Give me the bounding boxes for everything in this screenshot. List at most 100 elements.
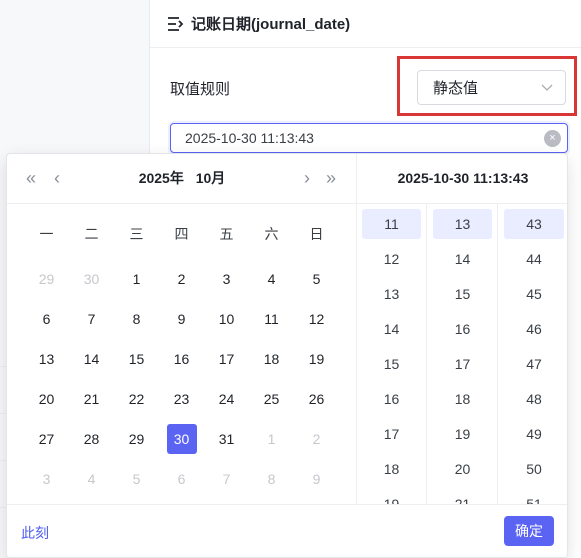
day-cell[interactable]: 14 [69,339,114,379]
calendar-header: « ‹ 2025年 10月 › » [7,154,357,204]
minute-option[interactable]: 14 [433,244,492,274]
second-option[interactable]: 49 [504,419,564,449]
day-number: 17 [218,351,235,367]
day-cell[interactable]: 29 [24,259,69,299]
hour-option[interactable]: 11 [362,209,421,239]
day-cell[interactable]: 15 [114,339,159,379]
day-cell[interactable]: 11 [249,299,294,339]
day-cell[interactable]: 20 [24,379,69,419]
day-number: 19 [308,351,325,367]
day-cell[interactable]: 2 [159,259,204,299]
minute-option[interactable]: 21 [433,489,492,504]
second-option[interactable]: 46 [504,314,564,344]
minute-option[interactable]: 16 [433,314,492,344]
day-number: 9 [177,311,186,327]
day-cell[interactable]: 13 [24,339,69,379]
hour-option[interactable]: 13 [362,279,421,309]
day-cell[interactable]: 6 [24,299,69,339]
hour-column[interactable]: 11 12 13 14 15 16 17 18 19 [357,204,427,504]
day-cell[interactable]: 22 [114,379,159,419]
day-number: 28 [83,431,100,447]
now-link[interactable]: 此刻 [21,523,49,543]
day-cell[interactable]: 7 [69,299,114,339]
day-number: 1 [267,431,276,447]
year-label[interactable]: 2025年 [139,170,184,186]
day-cell[interactable]: 19 [294,339,339,379]
hour-option[interactable]: 16 [362,384,421,414]
day-cell[interactable]: 7 [204,459,249,499]
day-cell[interactable]: 17 [204,339,249,379]
day-cell[interactable]: 3 [204,259,249,299]
day-number: 5 [312,271,321,287]
minute-option[interactable]: 15 [433,279,492,309]
confirm-button[interactable]: 确定 [504,516,554,546]
day-cell[interactable]: 2 [294,419,339,459]
weekday-label: 五 [219,226,234,242]
day-cell[interactable]: 21 [69,379,114,419]
minute-column[interactable]: 13 14 15 16 17 18 19 20 21 [428,204,498,504]
day-cell[interactable]: 29 [114,419,159,459]
day-number: 10 [218,311,235,327]
day-cell[interactable]: 9 [159,299,204,339]
hour-option[interactable]: 19 [362,489,421,504]
day-cell[interactable]: 1 [114,259,159,299]
day-cell[interactable]: 6 [159,459,204,499]
day-number: 13 [38,351,55,367]
day-number: 30 [83,271,100,287]
day-cell[interactable]: 16 [159,339,204,379]
day-cell[interactable]: 24 [204,379,249,419]
day-cell[interactable]: 25 [249,379,294,419]
day-cell[interactable]: 8 [249,459,294,499]
day-number: 16 [173,351,190,367]
clear-icon[interactable]: × [544,130,561,147]
hour-option[interactable]: 14 [362,314,421,344]
day-cell[interactable]: 31 [204,419,249,459]
day-number: 21 [83,391,100,407]
day-cell[interactable]: 5 [294,259,339,299]
next-month-icon[interactable]: › [297,168,317,188]
day-number: 11 [264,311,279,327]
second-option[interactable]: 44 [504,244,564,274]
rule-select[interactable]: 静态值 [417,70,566,105]
minute-option[interactable]: 18 [433,384,492,414]
day-cell[interactable]: 5 [114,459,159,499]
second-column[interactable]: 43 44 45 46 47 48 49 50 51 [499,204,567,504]
second-option[interactable]: 47 [504,349,564,379]
collapse-list-icon[interactable] [167,16,185,32]
day-cell-selected[interactable]: 30 [159,419,204,459]
day-cell[interactable]: 8 [114,299,159,339]
day-cell[interactable]: 26 [294,379,339,419]
day-cell[interactable]: 9 [294,459,339,499]
second-option[interactable]: 50 [504,454,564,484]
day-number: 3 [222,271,231,287]
minute-option[interactable]: 13 [433,209,492,239]
day-cell[interactable]: 28 [69,419,114,459]
minute-option[interactable]: 20 [433,454,492,484]
second-option[interactable]: 48 [504,384,564,414]
day-cell[interactable]: 12 [294,299,339,339]
day-cell[interactable]: 18 [249,339,294,379]
hour-option[interactable]: 12 [362,244,421,274]
day-cell[interactable]: 10 [204,299,249,339]
hour-option[interactable]: 17 [362,419,421,449]
day-number: 26 [308,391,325,407]
day-cell[interactable]: 30 [69,259,114,299]
day-cell[interactable]: 23 [159,379,204,419]
next-year-icon[interactable]: » [321,168,341,188]
second-option[interactable]: 51 [504,489,564,504]
second-option[interactable]: 43 [504,209,564,239]
date-time-value: 2025-10-30 11:13:43 [185,130,314,146]
hour-option[interactable]: 15 [362,349,421,379]
day-cell[interactable]: 3 [24,459,69,499]
second-option[interactable]: 45 [504,279,564,309]
minute-option[interactable]: 17 [433,349,492,379]
minute-option[interactable]: 19 [433,419,492,449]
day-cell[interactable]: 4 [249,259,294,299]
day-cell[interactable]: 1 [249,419,294,459]
day-cell[interactable]: 4 [69,459,114,499]
hour-option[interactable]: 18 [362,454,421,484]
month-label[interactable]: 10月 [196,170,226,186]
day-cell[interactable]: 27 [24,419,69,459]
rule-select-value: 静态值 [433,80,479,97]
date-time-input[interactable]: 2025-10-30 11:13:43 × [170,123,568,153]
